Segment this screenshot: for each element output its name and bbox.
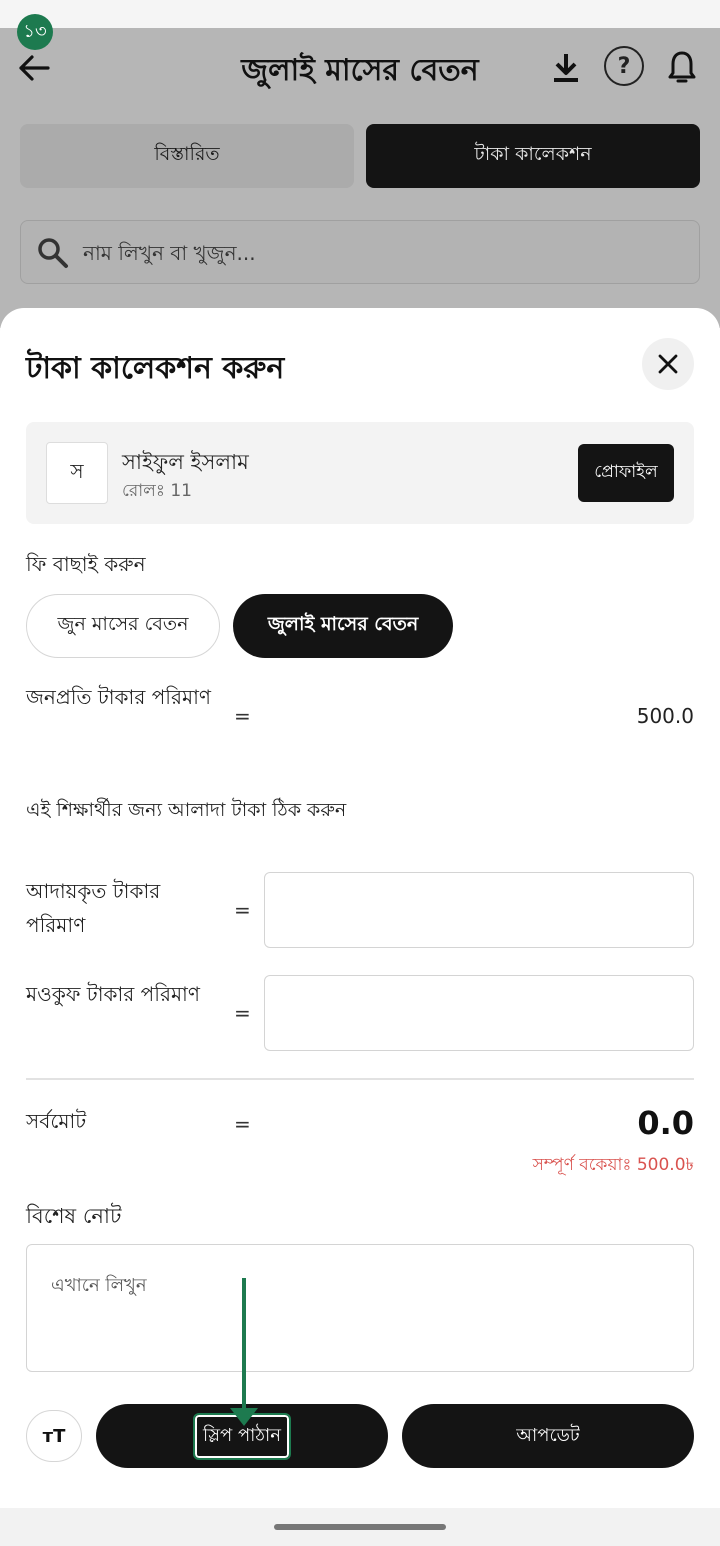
- top-app-bar: জুলাই মাসের বেতন ?: [0, 28, 720, 110]
- special-note-label: বিশেষ নোট: [26, 1204, 122, 1228]
- close-icon: [658, 354, 678, 374]
- special-note-textarea[interactable]: এখানে লিখুন: [26, 1244, 694, 1372]
- tab-money-collection[interactable]: টাকা কালেকশন: [366, 124, 700, 188]
- student-name: সাইফুল ইসলাম: [122, 450, 249, 474]
- download-icon[interactable]: [548, 48, 584, 88]
- fee-chip-june-salary[interactable]: জুন মাসের বেতন: [26, 594, 220, 658]
- paid-amount-label: আদায়কৃত টাকার পরিমাণ: [26, 879, 161, 937]
- equals-sign: =: [234, 1001, 251, 1025]
- avatar: স: [46, 442, 108, 504]
- tab-details[interactable]: বিস্তারিত: [20, 124, 354, 188]
- collect-money-bottom-sheet: টাকা কালেকশন করুন স সাইফুল ইসলাম রোলঃ 11…: [0, 308, 720, 1508]
- total-due-text: সম্পূর্ণ বকেয়াঃ 500.0৳: [532, 1155, 694, 1175]
- waiver-amount-input[interactable]: [264, 975, 694, 1051]
- student-card: স সাইফুল ইসলাম রোলঃ 11 প্রোফাইল: [26, 422, 694, 524]
- font-size-button[interactable]: ᴛT: [26, 1410, 82, 1462]
- help-icon[interactable]: ?: [604, 46, 644, 86]
- student-roll: রোলঃ 11: [122, 481, 192, 501]
- profile-button[interactable]: প্রোফাইল: [578, 444, 674, 502]
- per-person-amount-value: 500.0: [636, 704, 694, 728]
- special-note-placeholder: এখানে লিখুন: [51, 1275, 147, 1296]
- search-bar[interactable]: নাম লিখুন বা খুজুন...: [20, 220, 700, 284]
- waiver-amount-label: মওকুফ টাকার পরিমাণ: [26, 982, 200, 1006]
- update-button[interactable]: আপডেট: [402, 1404, 694, 1468]
- home-indicator[interactable]: [274, 1524, 446, 1530]
- per-person-amount-label: জনপ্রতি টাকার পরিমাণ: [26, 685, 211, 709]
- equals-sign: =: [234, 704, 251, 728]
- custom-amount-note: এই শিক্ষার্থীর জন্য আলাদা টাকা ঠিক করুন: [26, 799, 347, 821]
- bell-icon[interactable]: [662, 46, 702, 90]
- total-value: 0.0: [637, 1104, 694, 1142]
- fee-chip-july-salary[interactable]: জুলাই মাসের বেতন: [233, 594, 453, 658]
- fee-select-label: ফি বাছাই করুন: [26, 552, 146, 576]
- paid-amount-input[interactable]: [264, 872, 694, 948]
- annotation-arrow-icon: [230, 1278, 258, 1426]
- equals-sign: =: [234, 1112, 251, 1136]
- close-button[interactable]: [642, 338, 694, 390]
- divider: [26, 1078, 694, 1080]
- sheet-title: টাকা কালেকশন করুন: [26, 351, 285, 386]
- search-icon: [35, 235, 71, 271]
- status-bar: [0, 0, 720, 28]
- system-nav-bar: [0, 1508, 720, 1546]
- equals-sign: =: [234, 898, 251, 922]
- tab-bar: বিস্তারিত টাকা কালেকশন: [20, 124, 700, 188]
- total-label: সর্বমোট: [26, 1109, 87, 1133]
- notification-count-badge: ১৩: [17, 14, 53, 50]
- search-input[interactable]: নাম লিখুন বা খুজুন...: [83, 239, 256, 272]
